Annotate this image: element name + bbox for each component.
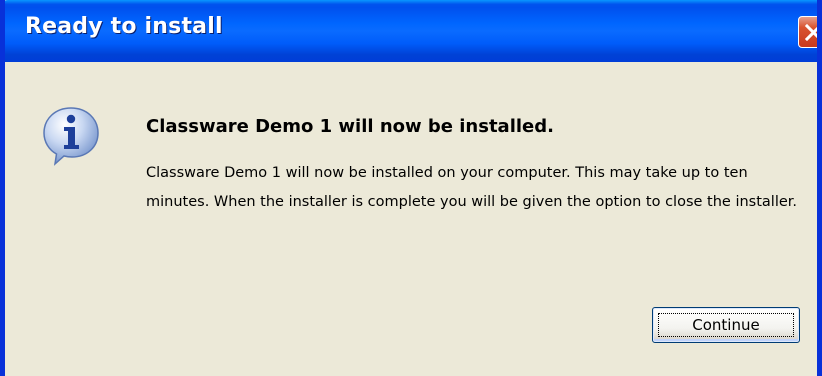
dialog-message: Classware Demo 1 will now be installed o… — [146, 165, 798, 210]
window-title: Ready to install — [25, 14, 223, 39]
dialog-heading: Classware Demo 1 will now be installed. — [146, 116, 554, 137]
title-bar[interactable]: Ready to install — [5, 0, 817, 62]
continue-button[interactable]: Continue — [652, 307, 800, 343]
continue-button-label: Continue — [692, 316, 760, 334]
installer-dialog-window: Ready to install Classware Demo 1 will n… — [0, 0, 822, 376]
info-icon — [43, 107, 99, 166]
dialog-body: Classware Demo 1 will now be installed. … — [5, 62, 817, 376]
close-button[interactable] — [798, 16, 817, 48]
close-icon — [805, 24, 817, 41]
